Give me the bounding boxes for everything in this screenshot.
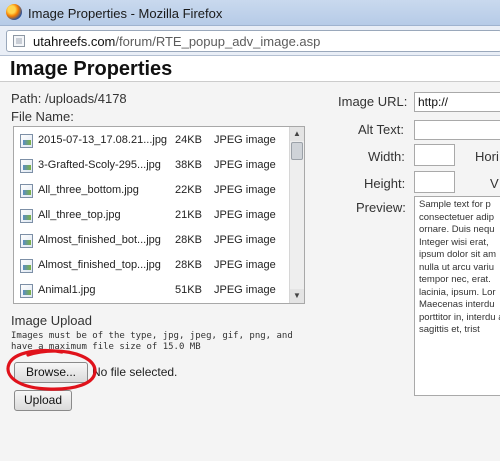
file-size: 38KB xyxy=(175,159,202,171)
file-size: 51KB xyxy=(175,284,202,296)
image-file-icon xyxy=(20,284,33,298)
width-label: Width: xyxy=(368,149,405,164)
file-size: 28KB xyxy=(175,234,202,246)
file-size: 22KB xyxy=(175,184,202,196)
upload-heading: Image Upload xyxy=(11,313,92,328)
upload-note: Images must be of the type, jpg, jpeg, g… xyxy=(11,331,293,352)
firefox-icon xyxy=(6,4,22,20)
height-input[interactable] xyxy=(414,171,455,193)
alt-text-input[interactable] xyxy=(414,120,500,140)
window-title: Image Properties - Mozilla Firefox xyxy=(28,6,223,21)
image-url-input[interactable]: http:// xyxy=(414,92,500,112)
file-type: JPEG image xyxy=(214,184,276,196)
url-bar[interactable]: utahreefs.com/forum/RTE_popup_adv_image.… xyxy=(6,30,500,52)
file-type: JPEG image xyxy=(214,234,276,246)
horizontal-label: Hori xyxy=(475,149,499,164)
image-file-icon xyxy=(20,184,33,198)
height-label: Height: xyxy=(364,176,406,191)
vertical-label: V xyxy=(490,176,499,191)
alt-text-label: Alt Text: xyxy=(358,122,405,137)
path-label: Path: /uploads/4178 xyxy=(11,91,127,106)
page-content: Image Properties Path: /uploads/4178 Fil… xyxy=(0,56,500,461)
file-list[interactable]: 2015-07-13_17.08.21...jpg 24KB JPEG imag… xyxy=(13,126,305,304)
file-name: Almost_finished_bot...jpg xyxy=(38,234,161,246)
image-file-icon xyxy=(20,209,33,223)
file-size: 24KB xyxy=(175,134,202,146)
file-size: 21KB xyxy=(175,209,202,221)
file-row[interactable]: Almost_finished_bot...jpg 28KB JPEG imag… xyxy=(14,228,289,253)
file-row[interactable]: Almost_finished_top...jpg 28KB JPEG imag… xyxy=(14,253,289,278)
width-input[interactable] xyxy=(414,144,455,166)
image-file-icon xyxy=(20,159,33,173)
file-type: JPEG image xyxy=(214,134,276,146)
browse-button[interactable]: Browse... xyxy=(14,362,88,383)
file-type: JPEG image xyxy=(214,259,276,271)
window-titlebar: Image Properties - Mozilla Firefox xyxy=(0,0,500,26)
file-name: All_three_bottom.jpg xyxy=(38,184,139,196)
file-row[interactable]: All_three_top.jpg 21KB JPEG image xyxy=(14,203,289,228)
file-row[interactable]: 3-Grafted-Scoly-295...jpg 38KB JPEG imag… xyxy=(14,153,289,178)
scroll-down-icon[interactable]: ▼ xyxy=(290,289,304,303)
file-name: 2015-07-13_17.08.21...jpg xyxy=(38,134,168,146)
file-size: 28KB xyxy=(175,259,202,271)
preview-text: Sample text for p consectetuer adip orna… xyxy=(419,199,500,335)
file-type: JPEG image xyxy=(214,284,276,296)
preview-box: Sample text for p consectetuer adip orna… xyxy=(414,196,500,396)
scrollbar-thumb[interactable] xyxy=(291,142,303,160)
page-icon xyxy=(13,35,25,47)
page-title: Image Properties xyxy=(10,58,173,80)
page-header: Image Properties xyxy=(0,56,500,82)
preview-label: Preview: xyxy=(356,200,406,215)
file-name: 3-Grafted-Scoly-295...jpg xyxy=(38,159,161,171)
filename-label: File Name: xyxy=(11,109,74,124)
url-bar-area: utahreefs.com/forum/RTE_popup_adv_image.… xyxy=(0,26,500,56)
url-host: utahreefs.com xyxy=(33,34,116,49)
file-list-scrollbar[interactable]: ▲ ▼ xyxy=(289,127,304,303)
url-text[interactable]: utahreefs.com/forum/RTE_popup_adv_image.… xyxy=(33,34,320,49)
file-name: Almost_finished_top...jpg xyxy=(38,259,161,271)
file-name: All_three_top.jpg xyxy=(38,209,121,221)
image-url-label: Image URL: xyxy=(338,94,408,109)
no-file-selected-text: No file selected. xyxy=(92,365,178,379)
url-path: /forum/RTE_popup_adv_image.asp xyxy=(115,34,321,49)
scroll-up-icon[interactable]: ▲ xyxy=(290,127,304,141)
file-row[interactable]: All_three_bottom.jpg 22KB JPEG image xyxy=(14,178,289,203)
file-type: JPEG image xyxy=(214,159,276,171)
file-row[interactable]: 2015-07-13_17.08.21...jpg 24KB JPEG imag… xyxy=(14,128,289,153)
image-file-icon xyxy=(20,234,33,248)
file-row[interactable]: Animal1.jpg 51KB JPEG image xyxy=(14,278,289,303)
file-type: JPEG image xyxy=(214,209,276,221)
upload-button[interactable]: Upload xyxy=(14,390,72,411)
image-file-icon xyxy=(20,134,33,148)
file-name: Animal1.jpg xyxy=(38,284,96,296)
image-file-icon xyxy=(20,259,33,273)
